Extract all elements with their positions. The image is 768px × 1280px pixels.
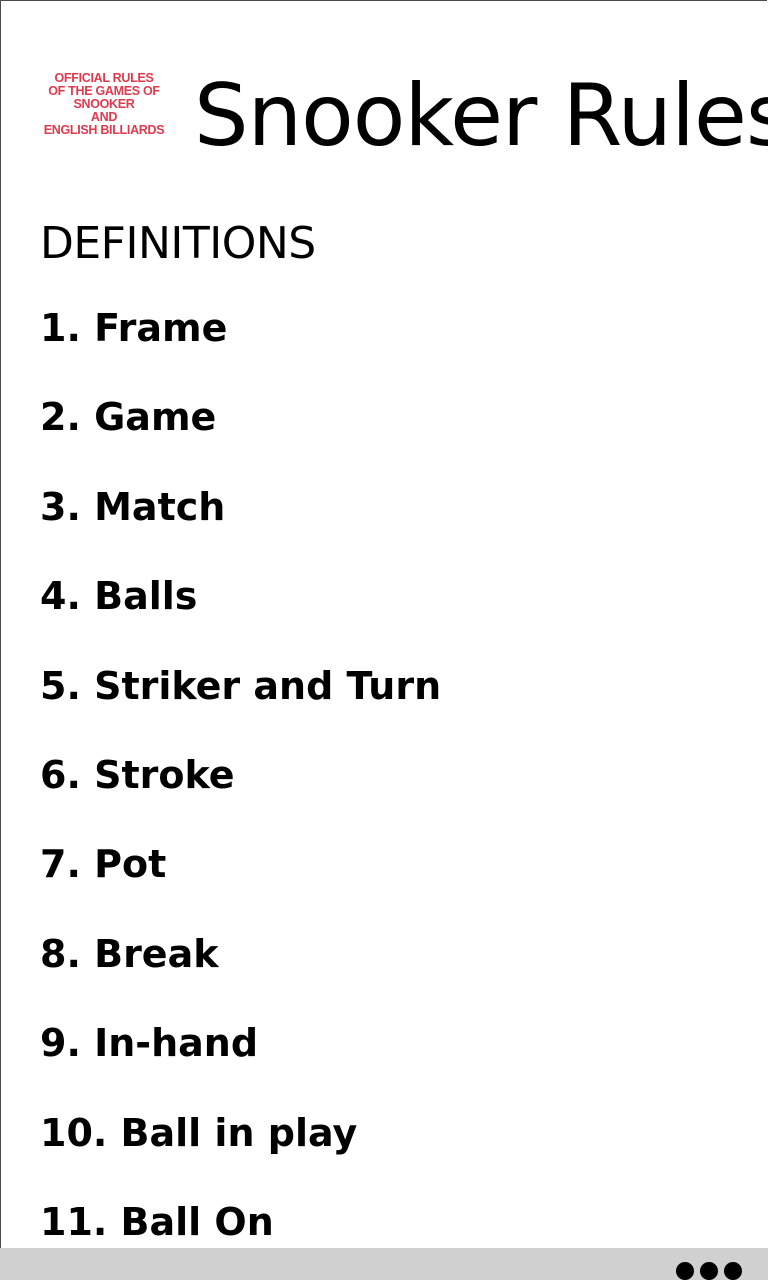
rule-item-pot[interactable]: 7. Pot [40, 836, 441, 925]
rule-item-balls[interactable]: 4. Balls [40, 568, 441, 657]
rule-item-break[interactable]: 8. Break [40, 926, 441, 1015]
rule-item-stroke[interactable]: 6. Stroke [40, 747, 441, 836]
app-bar [0, 1248, 768, 1280]
rule-item-frame[interactable]: 1. Frame [40, 300, 441, 389]
page-header: OFFICIAL RULES OF THE GAMES OF SNOOKER A… [0, 0, 768, 180]
rule-item-in-hand[interactable]: 9. In-hand [40, 1015, 441, 1104]
rules-list: 1. Frame 2. Game 3. Match 4. Balls 5. St… [40, 300, 441, 1280]
ellipsis-icon [700, 1262, 718, 1280]
logo-line: ENGLISH BILLIARDS [43, 123, 165, 137]
section-heading: DEFINITIONS [40, 218, 316, 269]
ellipsis-icon [676, 1262, 694, 1280]
rule-item-ball-in-play[interactable]: 10. Ball in play [40, 1105, 441, 1194]
official-rules-logo: OFFICIAL RULES OF THE GAMES OF SNOOKER A… [36, 72, 172, 148]
rule-item-match[interactable]: 3. Match [40, 479, 441, 568]
ellipsis-icon [724, 1262, 742, 1280]
more-options-button[interactable] [676, 1262, 742, 1280]
rule-item-game[interactable]: 2. Game [40, 389, 441, 478]
rule-item-striker-and-turn[interactable]: 5. Striker and Turn [40, 658, 441, 747]
page-title: Snooker Rules [194, 66, 768, 166]
